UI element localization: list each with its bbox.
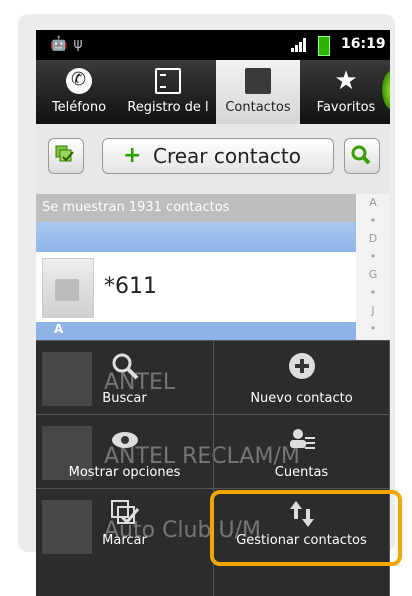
search-icon: [351, 145, 371, 165]
search-icon: [112, 353, 138, 380]
menu-label: Marcar: [102, 533, 147, 548]
signal-icon: [291, 38, 309, 52]
index-dot: •: [369, 214, 377, 227]
create-contact-button[interactable]: + Crear contacto: [102, 138, 334, 174]
search-button[interactable]: [344, 138, 380, 174]
menu-label: Nuevo contacto: [250, 391, 353, 406]
menu-label: Buscar: [102, 391, 147, 406]
select-contacts-button[interactable]: [48, 138, 84, 174]
contact-name: *611: [104, 274, 157, 299]
star-icon: ★: [334, 66, 358, 96]
menu-label: Mostrar opciones: [68, 465, 181, 480]
accounts-icon: [289, 429, 315, 449]
tab-bar: Teléfono Registro de l Contactos ★ Favor…: [36, 60, 390, 124]
index-dot: •: [369, 322, 377, 335]
tab-label: Favoritos: [316, 100, 376, 115]
notification-icons: 🤖ψ: [50, 36, 89, 52]
menu-label: Cuentas: [274, 465, 329, 480]
index-letter: J: [371, 304, 375, 317]
action-row: + Crear contacto: [36, 124, 390, 194]
add-icon: [288, 353, 315, 379]
battery-icon: [318, 36, 330, 56]
tab-label: Teléfono: [51, 100, 107, 115]
plus-icon: +: [123, 143, 142, 168]
tab-telefono[interactable]: Teléfono: [36, 60, 122, 124]
phone-icon: [66, 68, 92, 94]
highlight-box: [210, 490, 402, 566]
tab-registro[interactable]: Registro de l: [122, 60, 214, 124]
create-contact-label: Crear contacto: [153, 144, 301, 168]
contact-row[interactable]: *611: [36, 252, 356, 322]
tab-favoritos[interactable]: ★ Favoritos: [302, 60, 390, 124]
call-log-icon: [155, 68, 181, 94]
tab-label: Registro de l: [127, 100, 209, 115]
index-letter: D: [368, 232, 378, 245]
tab-label: Contactos: [225, 100, 291, 115]
contact-count: Se muestran 1931 contactos: [36, 194, 390, 222]
status-time: 16:19: [341, 36, 386, 52]
tab-contactos[interactable]: Contactos: [216, 60, 300, 124]
menu-item-buscar[interactable]: Buscar: [36, 340, 214, 414]
section-header: A: [36, 322, 356, 340]
eye-icon: [111, 432, 138, 448]
sim-card-icon: [42, 258, 94, 318]
status-bar: 🤖ψ 16:19: [36, 30, 390, 60]
index-dot: •: [369, 286, 377, 299]
index-letter: G: [368, 268, 378, 281]
contacts-folder-icon: [245, 68, 271, 94]
menu-item-nuevo-contacto[interactable]: Nuevo contacto: [214, 340, 390, 414]
menu-item-cuentas[interactable]: Cuentas: [214, 414, 390, 488]
multi-select-icon: [55, 145, 74, 162]
list-header-band: [36, 222, 390, 252]
menu-item-mostrar-opciones[interactable]: Mostrar opciones: [36, 414, 214, 488]
index-dot: •: [369, 250, 377, 263]
menu-item-marcar[interactable]: Marcar: [36, 488, 214, 596]
index-letter: A: [369, 196, 377, 209]
mark-icon: [110, 500, 139, 525]
